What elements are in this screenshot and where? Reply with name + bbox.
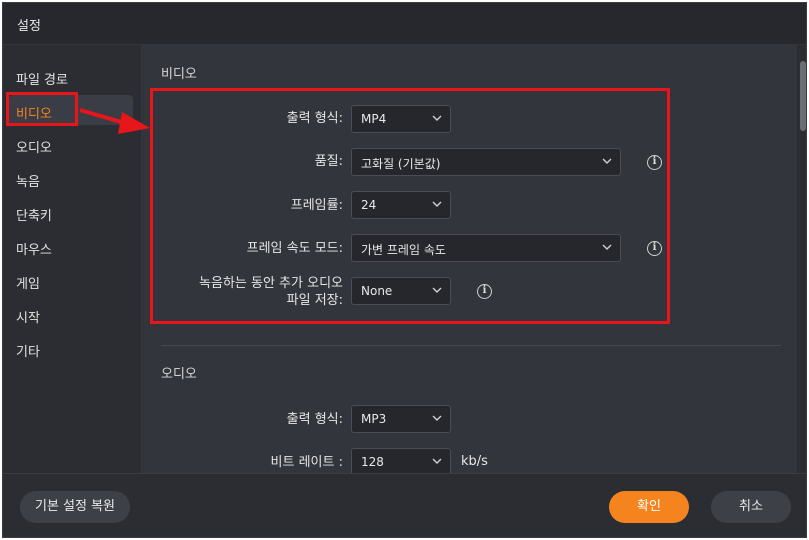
sidebar: 파일 경로 비디오 오디오 녹음 단축키 마우스 게임 시작 기타	[3, 45, 139, 473]
sidebar-item-startup[interactable]: 시작	[9, 299, 133, 329]
video-save-audio-label-line1: 녹음하는 동안 추가 오디오	[199, 276, 343, 291]
info-icon[interactable]: i	[477, 284, 492, 299]
video-output-format-select[interactable]: MP4	[351, 105, 451, 133]
footer: 기본 설정 복원 확인 취소	[3, 473, 806, 537]
chevron-down-icon	[602, 244, 612, 250]
video-quality-label: 품질:	[314, 154, 343, 169]
video-quality-select[interactable]: 고화질 (기본값)	[351, 148, 621, 176]
chevron-down-icon	[432, 415, 442, 421]
chevron-down-icon	[432, 115, 442, 121]
scrollbar-thumb[interactable]	[800, 61, 806, 131]
video-frame-rate-mode-value: 가변 프레임 속도	[361, 243, 446, 257]
window-title: 설정	[3, 3, 806, 45]
audio-output-format-label: 출력 형식:	[286, 412, 343, 427]
sidebar-item-mouse[interactable]: 마우스	[9, 231, 133, 261]
video-save-audio-label-line2: 파일 저장:	[286, 293, 343, 308]
chevron-down-icon	[432, 201, 442, 207]
audio-section-title: 오디오	[161, 367, 197, 382]
audio-output-format-value: MP3	[361, 412, 387, 426]
sidebar-item-recording[interactable]: 녹음	[9, 163, 133, 193]
cancel-button[interactable]: 취소	[711, 491, 791, 523]
audio-bitrate-unit: kb/s	[461, 454, 488, 469]
sidebar-item-game[interactable]: 게임	[9, 265, 133, 295]
chevron-down-icon	[602, 158, 612, 164]
audio-bitrate-select[interactable]: 128	[351, 448, 451, 473]
video-frame-rate-mode-select[interactable]: 가변 프레임 속도	[351, 234, 621, 262]
audio-output-format-select[interactable]: MP3	[351, 405, 451, 433]
video-frame-rate-label: 프레임률:	[290, 198, 343, 213]
video-output-format-label: 출력 형식:	[286, 111, 343, 126]
video-quality-value: 고화질 (기본값)	[361, 157, 441, 171]
sidebar-item-audio[interactable]: 오디오	[9, 129, 133, 159]
video-save-audio-label: 녹음하는 동안 추가 오디오 파일 저장:	[143, 275, 343, 309]
sidebar-item-shortcuts[interactable]: 단축키	[9, 197, 133, 227]
sidebar-item-other[interactable]: 기타	[9, 333, 133, 363]
reset-defaults-button[interactable]: 기본 설정 복원	[20, 491, 130, 523]
sidebar-item-video[interactable]: 비디오	[9, 95, 133, 125]
video-frame-rate-value: 24	[361, 198, 377, 212]
info-icon[interactable]: i	[647, 155, 662, 170]
ok-button[interactable]: 확인	[609, 491, 689, 523]
chevron-down-icon	[432, 287, 442, 293]
video-frame-rate-mode-label: 프레임 속도 모드:	[246, 241, 343, 256]
video-save-audio-select[interactable]: None	[351, 277, 451, 305]
settings-window: 설정 파일 경로 비디오 오디오 녹음 단축키 마우스 게임 시작 기타 비디오…	[2, 2, 807, 538]
video-save-audio-value: None	[361, 284, 393, 298]
sidebar-item-file-path[interactable]: 파일 경로	[9, 61, 133, 91]
audio-bitrate-label: 비트 레이트 :	[270, 455, 343, 470]
info-icon[interactable]: i	[647, 241, 662, 256]
video-output-format-value: MP4	[361, 112, 387, 126]
settings-content[interactable]: 비디오 출력 형식: MP4 품질: 고화질 (기본값) i 프레임률: 24 …	[141, 45, 797, 473]
video-frame-rate-select[interactable]: 24	[351, 191, 451, 219]
section-divider	[161, 345, 781, 346]
chevron-down-icon	[432, 458, 442, 464]
audio-bitrate-value: 128	[361, 455, 384, 469]
video-section-title: 비디오	[161, 67, 197, 82]
